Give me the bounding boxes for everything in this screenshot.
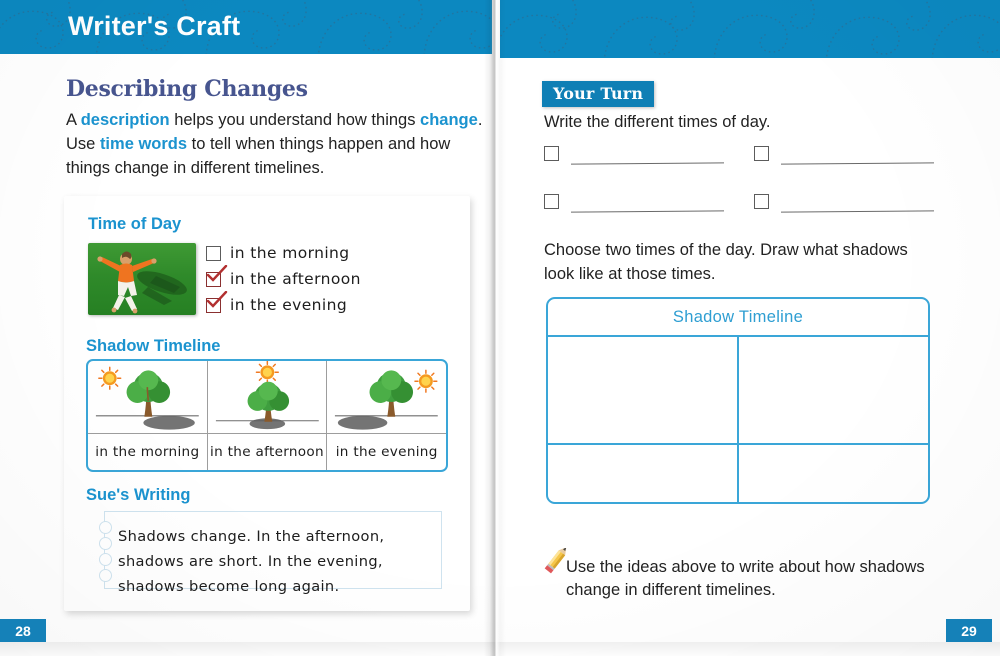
writing-line: shadows are short. In the evening,: [118, 553, 383, 570]
label-cell[interactable]: [548, 445, 737, 502]
pencil-note-text: Use the ideas above to write about how s…: [566, 558, 925, 599]
section-heading-describing-changes: Describing Changes: [66, 76, 308, 102]
notebook-notch: [99, 569, 112, 582]
page-title: Writer's Craft: [68, 11, 241, 41]
sun-icon: [414, 369, 438, 393]
answer-row: [544, 146, 935, 165]
page-number-right: 29: [946, 619, 992, 642]
time-of-day-options: in the morning in the afternoon in the e…: [206, 240, 361, 318]
label-cell[interactable]: [737, 445, 928, 502]
pencil-icon: [539, 547, 569, 578]
timeline-cell-evening: in the evening: [326, 361, 446, 470]
answer-checkbox-2[interactable]: [754, 146, 769, 161]
answer-write-line-4[interactable]: [780, 210, 935, 213]
notebook-notch: [99, 537, 112, 550]
right-header-band: [500, 0, 1000, 58]
left-header-band: Writer's Craft: [0, 0, 492, 54]
checkbox-in-the-afternoon[interactable]: [206, 264, 228, 287]
timeline-cell-afternoon: in the afternoon: [206, 361, 327, 470]
answer-checkbox-3[interactable]: [544, 194, 559, 209]
swirl-pattern-icon: [500, 0, 1000, 58]
option-row[interactable]: in the evening: [206, 290, 361, 318]
writing-line: shadows become long again.: [118, 578, 340, 595]
sun-icon: [255, 361, 279, 384]
option-label: in the afternoon: [230, 270, 361, 288]
option-label: in the morning: [230, 244, 350, 262]
your-turn-badge: Your Turn: [542, 81, 655, 107]
checkbox-in-the-morning[interactable]: [206, 245, 221, 261]
notebook-notch: [99, 521, 112, 534]
answer-cell[interactable]: [544, 194, 725, 213]
grid-title: Shadow Timeline: [548, 299, 928, 337]
sues-writing-text: Shadows change. In the afternoon, shadow…: [118, 524, 448, 599]
answer-checkbox-4[interactable]: [754, 194, 769, 209]
subheading-shadow-timeline: Shadow Timeline: [86, 337, 221, 355]
sun-icon: [98, 366, 122, 390]
answer-write-line-1[interactable]: [570, 162, 725, 165]
timeline-caption: in the morning: [88, 433, 207, 470]
keyword-description: description: [80, 111, 170, 129]
draw-cell[interactable]: [548, 337, 737, 443]
check-mark-icon: [206, 290, 228, 308]
check-mark-icon: [206, 264, 228, 282]
notebook-notch: [99, 553, 112, 566]
draw-cell[interactable]: [737, 337, 928, 443]
intro-paragraph: A description helps you understand how t…: [66, 108, 486, 180]
page-number-left: 28: [0, 619, 46, 642]
subheading-sues-writing: Sue's Writing: [86, 486, 191, 504]
prompt-write-times: Write the different times of day.: [544, 113, 771, 131]
girl-shadow-photo: [88, 243, 196, 315]
book-spread: Writer's Craft Describing Changes A desc…: [0, 0, 1000, 656]
answer-checkbox-1[interactable]: [544, 146, 559, 161]
grid-row: [548, 337, 928, 443]
tree-morning-illustration: [88, 361, 207, 437]
answer-write-line-3[interactable]: [570, 210, 725, 213]
answer-cell[interactable]: [754, 194, 935, 213]
answer-row: [544, 194, 935, 213]
option-label: in the evening: [230, 296, 348, 314]
tree-evening-illustration: [327, 361, 446, 437]
checkbox-in-the-evening[interactable]: [206, 290, 228, 313]
tree-afternoon-illustration: [208, 361, 327, 437]
grid-row: [548, 443, 928, 502]
subheading-time-of-day: Time of Day: [88, 215, 182, 233]
prompt-choose-two-times: Choose two times of the day. Draw what s…: [544, 241, 908, 283]
answer-cell[interactable]: [754, 146, 935, 165]
timeline-caption: in the evening: [327, 433, 446, 470]
shadow-timeline-example: in the morning in the afternoon in the e…: [86, 359, 448, 472]
writing-line: Shadows change. In the afternoon,: [118, 528, 385, 545]
timeline-caption: in the afternoon: [207, 433, 327, 470]
timeline-cell-morning: in the morning: [88, 361, 207, 470]
answer-write-line-2[interactable]: [780, 162, 935, 165]
keyword-change: change: [420, 111, 478, 129]
left-page: Writer's Craft Describing Changes A desc…: [0, 0, 492, 656]
intro-part-1: A: [66, 111, 81, 129]
option-row[interactable]: in the morning: [206, 240, 361, 266]
keyword-time-words: time words: [99, 135, 188, 153]
answer-lines-grid: [544, 146, 935, 242]
intro-part-2: helps you understand how things: [169, 111, 421, 129]
option-row[interactable]: in the afternoon: [206, 264, 361, 292]
shadow-timeline-worksheet-grid[interactable]: Shadow Timeline: [546, 297, 930, 504]
answer-cell[interactable]: [544, 146, 725, 165]
